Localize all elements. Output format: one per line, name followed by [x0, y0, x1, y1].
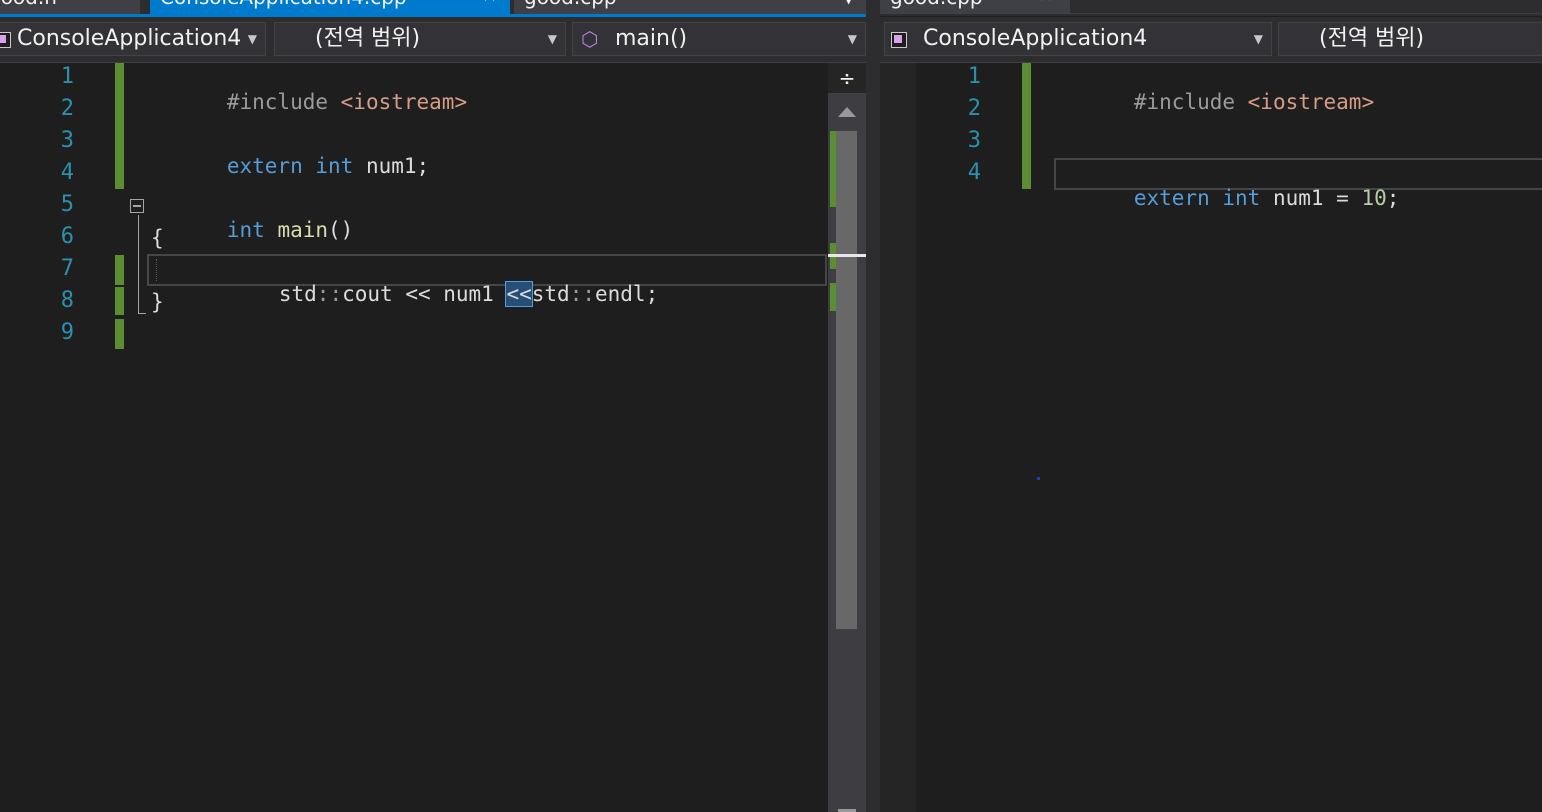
identifier: num1 =: [1260, 186, 1362, 210]
function-name: main: [277, 218, 329, 242]
project-icon: [891, 32, 907, 48]
project-label: ConsoleApplication4: [923, 26, 1148, 51]
line-number: 5: [60, 192, 74, 217]
method-cube-icon: ⬡: [581, 27, 599, 51]
scope-dropdown[interactable]: (전역 범위): [1278, 22, 1542, 56]
scroll-thumb[interactable]: [836, 131, 857, 629]
line-number: 1: [967, 64, 981, 89]
chevron-down-icon[interactable]: ▼: [844, 0, 853, 5]
identifier: cout: [342, 282, 393, 306]
code-line-1[interactable]: #include <iostream>: [1058, 66, 1374, 138]
tab-good-h[interactable]: good.h: [0, 0, 140, 14]
scope-label: (전역 범위): [1319, 26, 1425, 51]
change-marker: [830, 283, 836, 311]
document-tab-strip: good.cpp ⚑ ✕: [880, 0, 1542, 16]
punctuation: (): [328, 218, 354, 242]
scope-label: (전역 범위): [315, 26, 421, 51]
chevron-down-icon: ▼: [547, 32, 557, 46]
line-number: 9: [60, 320, 74, 345]
project-dropdown[interactable]: ConsoleApplication4 ▼: [0, 22, 266, 56]
keyword: int: [315, 154, 354, 178]
change-indicator: [115, 63, 124, 189]
selected-operator: <<: [505, 281, 533, 307]
left-editor-pane: good.h ConsoleApplication4.cpp ⚑ ✕ good.…: [0, 0, 866, 812]
caret-position-marker: [828, 254, 866, 257]
tab-label: good.h: [0, 0, 57, 9]
code-line-1[interactable]: #include <iostream>: [151, 66, 467, 138]
code-line-8[interactable]: }: [151, 290, 164, 314]
include-path: <iostream>: [1247, 90, 1375, 114]
split-window-icon[interactable]: ÷: [828, 63, 866, 93]
punctuation: ;: [645, 282, 659, 306]
namespace: std: [531, 282, 570, 306]
line-number: 4: [60, 160, 74, 185]
scroll-up-arrow-icon[interactable]: [838, 107, 856, 117]
keyword: int: [226, 218, 265, 242]
line-number: 3: [60, 128, 74, 153]
line-number: 2: [60, 96, 74, 121]
code-editor[interactable]: 1 2 3 4 5 6 7 8 9 #include <iostream> ex…: [0, 63, 866, 812]
change-indicator: [1022, 63, 1031, 189]
outline-guide-end: [138, 313, 146, 314]
preprocessor-directive: #include: [1133, 90, 1248, 114]
tab-label: good.cpp: [890, 0, 983, 9]
chevron-down-icon: ▼: [1253, 32, 1263, 46]
outline-guide: [138, 215, 139, 313]
change-indicator: [115, 255, 124, 285]
project-label: ConsoleApplication4: [17, 26, 242, 51]
keyword: extern: [226, 154, 303, 178]
tab-consoleapplication4-cpp[interactable]: ConsoleApplication4.cpp ⚑ ✕: [150, 0, 510, 14]
change-indicator: [115, 287, 124, 315]
project-icon: [0, 32, 11, 48]
line-number: 2: [967, 96, 981, 121]
code-line-4[interactable]: extern int num1 = 10;: [1058, 162, 1400, 234]
keyword: extern: [1133, 186, 1210, 210]
line-number: 3: [967, 128, 981, 153]
line-number: 6: [60, 224, 74, 249]
line-number: 8: [60, 288, 74, 313]
tab-good-cpp[interactable]: good.cpp ▼: [514, 0, 866, 14]
line-number: 4: [967, 160, 981, 185]
pane-splitter[interactable]: [866, 0, 880, 812]
line-number: 7: [60, 256, 74, 281]
punctuation: ;: [1386, 186, 1400, 210]
member-label: main(): [615, 26, 688, 51]
tab-label: good.cpp: [524, 0, 617, 9]
collapse-toggle[interactable]: [130, 199, 144, 213]
change-marker: [830, 131, 836, 207]
mouse-cursor-dot: [1037, 477, 1040, 480]
navigation-bar: ConsoleApplication4 ▼ (전역 범위): [880, 17, 1542, 63]
number-literal: 10: [1361, 186, 1387, 210]
code-line-5[interactable]: int main(): [151, 194, 353, 266]
tab-label: ConsoleApplication4.cpp: [160, 0, 407, 9]
tab-good-cpp[interactable]: good.cpp ⚑ ✕: [880, 0, 1070, 14]
identifier: num1;: [353, 154, 430, 178]
member-dropdown[interactable]: ⬡ main() ▼: [572, 22, 866, 56]
expression: << num1: [392, 282, 507, 306]
vertical-scrollbar[interactable]: ÷: [828, 63, 866, 812]
code-editor[interactable]: 1 2 3 4 #include <iostream> extern int n…: [880, 63, 1542, 812]
line-number: 1: [60, 64, 74, 89]
navigation-bar: ConsoleApplication4 ▼ (전역 범위) ▼ ⬡ main()…: [0, 17, 866, 63]
scope-operator: ::: [569, 282, 595, 306]
include-path: <iostream>: [340, 90, 468, 114]
chevron-down-icon: ▼: [847, 32, 857, 46]
chevron-down-icon: ▼: [247, 32, 257, 46]
keyword: int: [1222, 186, 1261, 210]
change-indicator: [115, 319, 124, 349]
scope-dropdown[interactable]: (전역 범위) ▼: [274, 22, 566, 56]
identifier: endl: [595, 282, 646, 306]
right-editor-pane: good.cpp ⚑ ✕ ConsoleApplication4 ▼ (전역 범…: [880, 0, 1542, 812]
code-line-6[interactable]: {: [151, 226, 164, 250]
namespace: std: [278, 282, 317, 306]
scope-operator: ::: [316, 282, 343, 306]
code-line-7[interactable]: std::cout << num1 <<std::endl;: [203, 258, 658, 330]
tab-strip-divider: [1070, 13, 1542, 14]
code-line-3[interactable]: extern int num1;: [151, 130, 429, 202]
project-dropdown[interactable]: ConsoleApplication4 ▼: [884, 22, 1272, 56]
preprocessor-directive: #include: [226, 90, 341, 114]
document-tab-strip: good.h ConsoleApplication4.cpp ⚑ ✕ good.…: [0, 0, 866, 17]
